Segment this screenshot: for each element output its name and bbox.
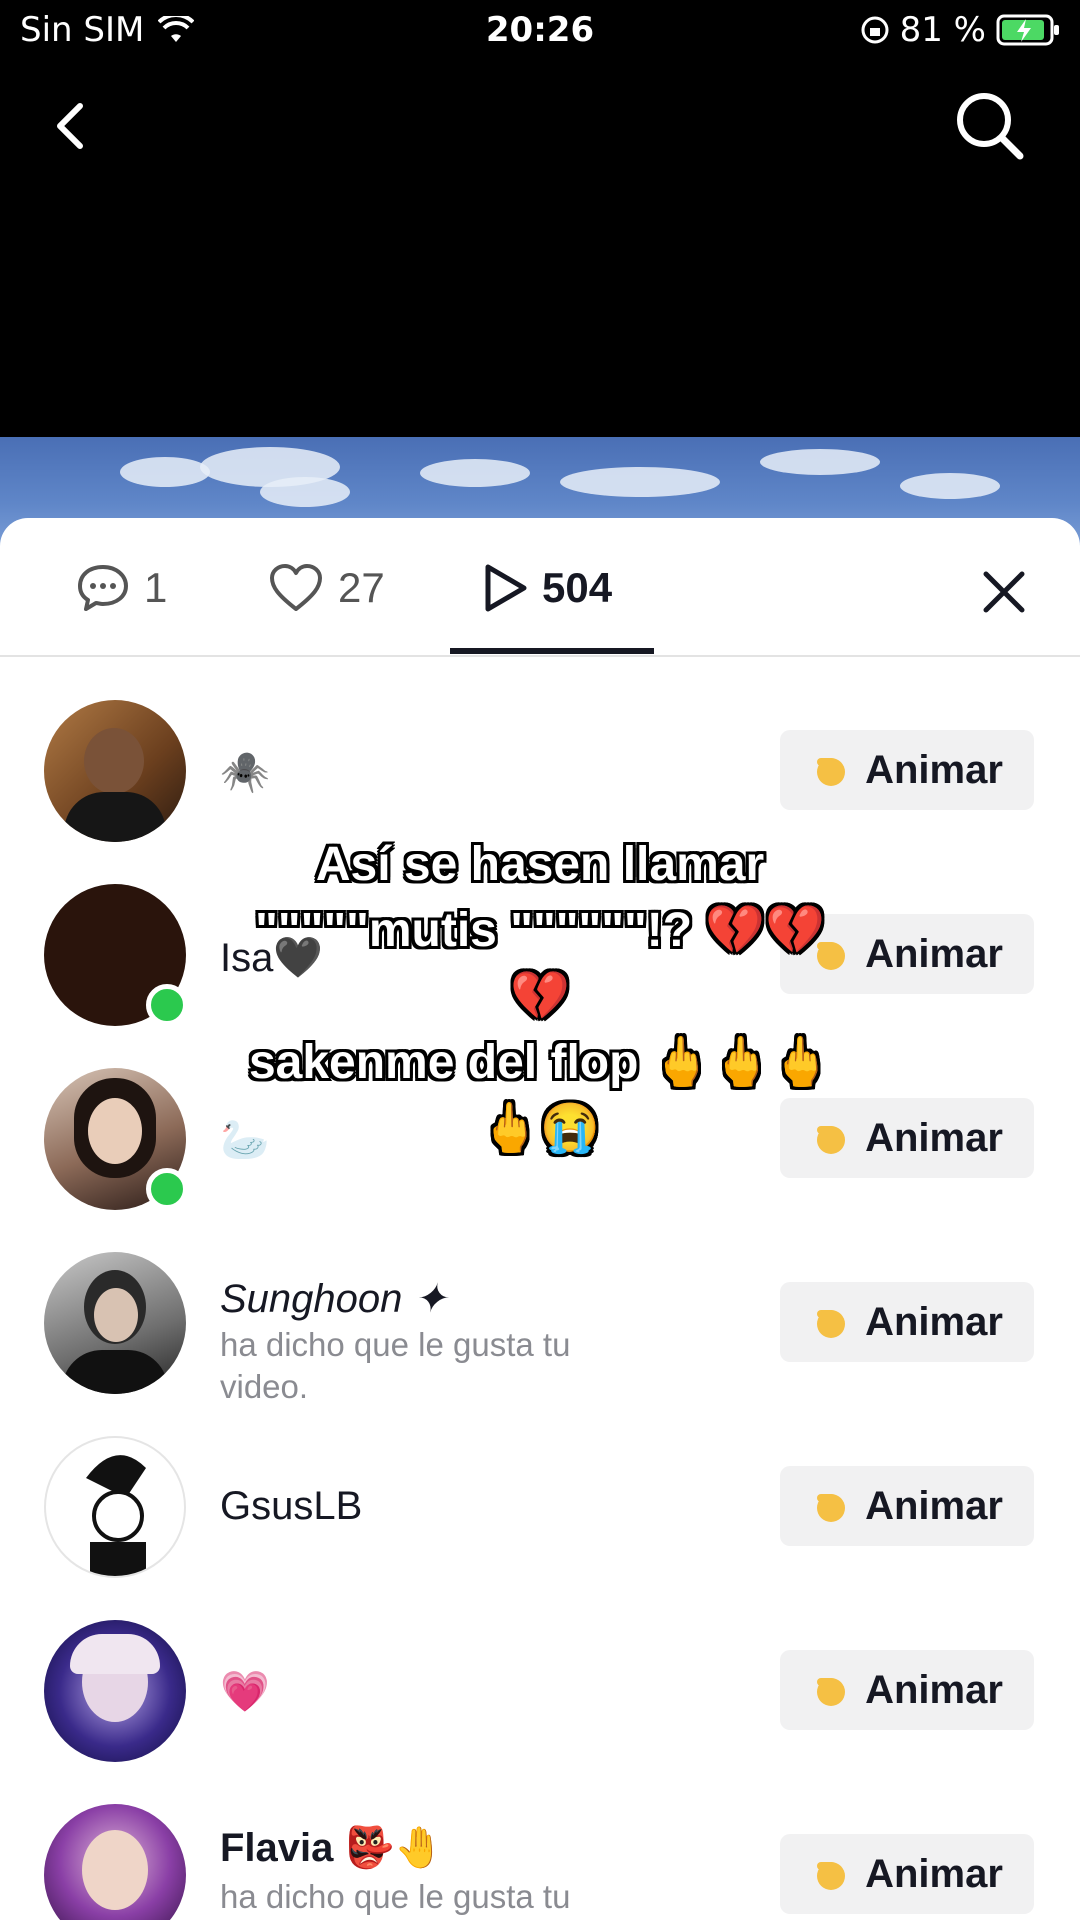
animar-label: Animar [865, 1299, 1003, 1344]
animar-label: Animar [865, 1667, 1003, 1712]
animar-label: Animar [865, 747, 1003, 792]
battery-percent: 81 % [899, 10, 986, 50]
user-name: Flavia 👺🤚 [220, 1826, 445, 1870]
list-item[interactable]: 💗 Animar [0, 1620, 1080, 1770]
hand-wave-icon [817, 758, 846, 786]
activity-sheet: 1 27 504 🕷️ Animar Isa🖤 Animar 🦢 Animar … [0, 518, 1080, 1920]
status-right: 81 % [860, 10, 1062, 50]
back-icon[interactable] [38, 90, 108, 160]
animar-button[interactable]: Animar [780, 1466, 1034, 1546]
heart-icon [270, 564, 322, 611]
animar-label: Animar [865, 931, 1003, 976]
user-name: 💗 [220, 1670, 270, 1714]
battery-charging-icon [996, 14, 1059, 46]
animar-label: Animar [865, 1483, 1003, 1528]
avatar-drawing [86, 1455, 146, 1576]
comment-icon [78, 565, 128, 611]
stats-tabs: 1 27 504 [0, 518, 1080, 657]
status-bar: Sin SIM 20:26 81 % [0, 0, 1080, 60]
animar-button[interactable]: Animar [780, 730, 1034, 810]
comments-count: 1 [144, 564, 168, 611]
tab-comments[interactable]: 1 [76, 563, 167, 613]
animar-button[interactable]: Animar [780, 1282, 1034, 1362]
user-name: Sunghoon ✦ [220, 1277, 448, 1321]
hand-wave-icon [817, 1310, 846, 1338]
list-item[interactable]: Flavia 👺🤚 ha dicho que le gusta tu video… [0, 1804, 1080, 1920]
animar-label: Animar [865, 1115, 1003, 1160]
avatar[interactable] [44, 1436, 186, 1578]
list-item[interactable]: 🕷️ Animar [0, 700, 1080, 850]
caption-line-2: """""mutis """"""!? 💔💔💔 [255, 904, 825, 1023]
list-item[interactable]: Sunghoon ✦ ha dicho que le gusta tu vide… [0, 1252, 1080, 1405]
play-icon [485, 564, 527, 612]
close-icon[interactable] [972, 560, 1036, 624]
user-activity: ha dicho que le gusta tu video. [220, 1878, 571, 1915]
avatar[interactable] [44, 700, 186, 842]
hand-wave-icon [817, 1494, 846, 1522]
top-bar [0, 80, 1080, 170]
user-name: GsusLB [220, 1484, 363, 1528]
user-activity: ha dicho que le gusta tu video. [220, 1326, 571, 1405]
list-item[interactable]: GsusLB Animar [0, 1436, 1080, 1586]
avatar[interactable] [44, 1252, 186, 1394]
avatar[interactable] [44, 1804, 186, 1920]
views-count: 504 [542, 564, 613, 611]
hand-wave-icon [817, 1862, 846, 1890]
hand-wave-icon [817, 1678, 846, 1706]
caption-line-4: 🖕😭 [480, 1102, 600, 1155]
animar-button[interactable]: Animar [780, 1834, 1034, 1914]
online-indicator [146, 984, 188, 1026]
active-tab-indicator [450, 648, 654, 654]
user-name: 🕷️ [220, 750, 270, 794]
likes-count: 27 [338, 564, 385, 611]
animar-label: Animar [865, 1851, 1003, 1896]
animar-button[interactable]: Animar [780, 1650, 1034, 1730]
caption-line-1: Así se hasen llamar [315, 838, 765, 891]
caption-line-3: sakenme del flop 🖕🖕🖕 [248, 1036, 832, 1089]
lock-rotation-icon [861, 16, 889, 44]
online-indicator [146, 1168, 188, 1210]
caption-overlay: Así se hasen llamar """""mutis """"""!? … [230, 832, 850, 1162]
tab-views[interactable]: 504 [482, 563, 612, 613]
search-icon[interactable] [950, 86, 1030, 166]
avatar[interactable] [44, 1620, 186, 1762]
tab-likes[interactable]: 27 [268, 563, 385, 613]
